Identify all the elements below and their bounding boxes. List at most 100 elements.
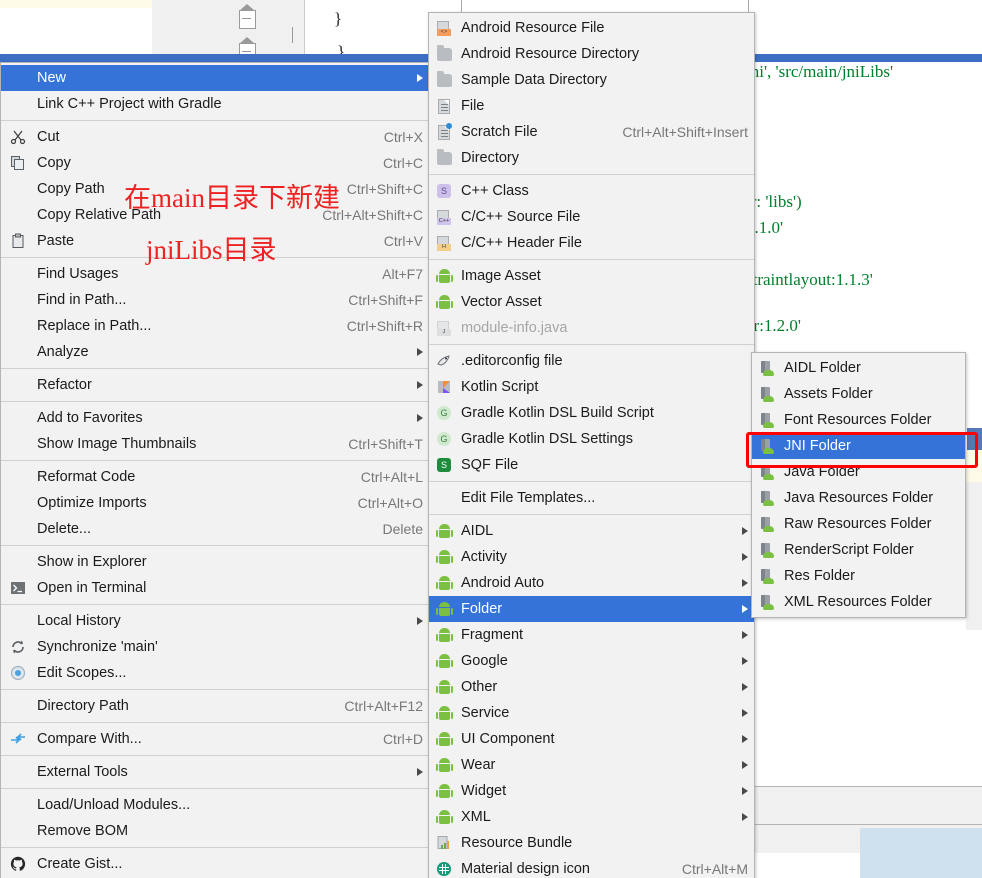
menu-item-c-c-source-file[interactable]: C++ C/C++ Source File xyxy=(429,204,754,230)
menu-item-copy-relative-path[interactable]: Copy Relative Path Ctrl+Alt+Shift+C xyxy=(1,202,429,228)
menu-separator xyxy=(1,401,429,402)
menu-item-resource-bundle[interactable]: Resource Bundle xyxy=(429,830,754,856)
menu-item-refactor[interactable]: Refactor xyxy=(1,372,429,398)
menu-item-directory[interactable]: Directory xyxy=(429,145,754,171)
menu-item-create-gist[interactable]: Create Gist... xyxy=(1,851,429,877)
menu-item-activity[interactable]: Activity xyxy=(429,544,754,570)
jni-folder-icon xyxy=(756,489,778,507)
menu-item-module-info-java[interactable]: Jmodule-info.java xyxy=(429,315,754,341)
menu-item-res-folder[interactable]: Res Folder xyxy=(752,563,965,589)
menu-item-label: Reformat Code xyxy=(37,469,136,485)
menu-item-label: module-info.java xyxy=(461,320,568,336)
menu-item-aidl[interactable]: AIDL xyxy=(429,518,754,544)
icon-placeholder xyxy=(7,180,29,198)
menu-item-raw-resources-folder[interactable]: Raw Resources Folder xyxy=(752,511,965,537)
menu-item-compare-with[interactable]: Compare With... Ctrl+D xyxy=(1,726,429,752)
menu-item-folder[interactable]: Folder xyxy=(429,596,754,622)
cpp-header-icon: H xyxy=(433,234,455,252)
menu-item-shortcut: Ctrl+D xyxy=(382,731,423,747)
menu-item-analyze[interactable]: Analyze xyxy=(1,339,429,365)
menu-item-reformat-code[interactable]: Reformat Code Ctrl+Alt+L xyxy=(1,464,429,490)
icon-placeholder xyxy=(7,494,29,512)
menu-item-label: Raw Resources Folder xyxy=(784,516,932,532)
menu-item-add-to-favorites[interactable]: Add to Favorites xyxy=(1,405,429,431)
menu-item-show-in-explorer[interactable]: Show in Explorer xyxy=(1,549,429,575)
new-submenu[interactable]: <> Android Resource File Android Resource … xyxy=(428,12,755,878)
menu-item-jni-folder[interactable]: JNI Folder xyxy=(752,433,965,459)
menu-item-java-folder[interactable]: Java Folder xyxy=(752,459,965,485)
code-fold-marker[interactable] xyxy=(239,4,256,29)
menu-item-remove-bom[interactable]: Remove BOM xyxy=(1,818,429,844)
menu-item-edit-scopes[interactable]: Edit Scopes... xyxy=(1,660,429,686)
menu-item-label: Copy Relative Path xyxy=(37,207,162,223)
menu-item-cut[interactable]: Cut Ctrl+X xyxy=(1,124,429,150)
menu-item-assets-folder[interactable]: Assets Folder xyxy=(752,381,965,407)
menu-item-editorconfig-file[interactable]: .editorconfig file xyxy=(429,348,754,374)
menu-item-fragment[interactable]: Fragment xyxy=(429,622,754,648)
chevron-right-icon xyxy=(417,74,423,82)
android-icon xyxy=(433,756,455,774)
menu-item-optimize-imports[interactable]: Optimize Imports Ctrl+Alt+O xyxy=(1,490,429,516)
menu-item-google[interactable]: Google xyxy=(429,648,754,674)
menu-item-synchronize-main[interactable]: Synchronize 'main' xyxy=(1,634,429,660)
android-icon xyxy=(433,626,455,644)
menu-item-label: Sample Data Directory xyxy=(461,72,607,88)
menu-item-replace-in-path[interactable]: Replace in Path... Ctrl+Shift+R xyxy=(1,313,429,339)
menu-item-xml[interactable]: XML xyxy=(429,804,754,830)
menu-item-new[interactable]: New xyxy=(1,65,429,91)
menu-item-shortcut: Ctrl+V xyxy=(383,233,423,249)
menu-item-copy-path[interactable]: Copy Path Ctrl+Shift+C xyxy=(1,176,429,202)
code-token: jni', 'src/main/jniLibs' xyxy=(746,62,894,81)
menu-item-android-resource-file[interactable]: <> Android Resource File xyxy=(429,15,754,41)
menu-item-file[interactable]: File xyxy=(429,93,754,119)
menu-item-aidl-folder[interactable]: AIDL Folder xyxy=(752,355,965,381)
menu-item-renderscript-folder[interactable]: RenderScript Folder xyxy=(752,537,965,563)
menu-item-sample-data-directory[interactable]: Sample Data Directory xyxy=(429,67,754,93)
chevron-right-icon xyxy=(742,631,748,639)
menu-item-open-in-terminal[interactable]: Open in Terminal xyxy=(1,575,429,601)
menu-item-c-c-header-file[interactable]: H C/C++ Header File xyxy=(429,230,754,256)
menu-item-show-image-thumbnails[interactable]: Show Image Thumbnails Ctrl+Shift+T xyxy=(1,431,429,457)
editor-gutter xyxy=(152,0,305,62)
menu-item-label: Create Gist... xyxy=(37,856,123,872)
menu-item-gradle-kotlin-dsl-build-script[interactable]: G Gradle Kotlin DSL Build Script xyxy=(429,400,754,426)
menu-item-c-class[interactable]: S C++ Class xyxy=(429,178,754,204)
menu-item-find-usages[interactable]: Find Usages Alt+F7 xyxy=(1,261,429,287)
menu-item-local-history[interactable]: Local History xyxy=(1,608,429,634)
terminal-icon xyxy=(7,579,29,597)
menu-item-edit-file-templates[interactable]: Edit File Templates... xyxy=(429,485,754,511)
menu-item-android-auto[interactable]: Android Auto xyxy=(429,570,754,596)
menu-item-label: Folder xyxy=(461,601,503,617)
menu-item-scratch-file[interactable]: Scratch File Ctrl+Alt+Shift+Insert xyxy=(429,119,754,145)
menu-item-android-resource-directory[interactable]: Android Resource Directory xyxy=(429,41,754,67)
menu-item-shortcut: Ctrl+Alt+F12 xyxy=(344,698,423,714)
menu-item-java-resources-folder[interactable]: Java Resources Folder xyxy=(752,485,965,511)
menu-item-image-asset[interactable]: Image Asset xyxy=(429,263,754,289)
directory-context-menu[interactable]: New Link C++ Project with Gradle Cut Ctrl+X… xyxy=(0,62,430,878)
material-design-icon xyxy=(433,860,455,878)
menu-item-sqf-file[interactable]: S SQF File xyxy=(429,452,754,478)
menu-item-ui-component[interactable]: UI Component xyxy=(429,726,754,752)
menu-item-vector-asset[interactable]: Vector Asset xyxy=(429,289,754,315)
menu-item-directory-path[interactable]: Directory Path Ctrl+Alt+F12 xyxy=(1,693,429,719)
folder-submenu[interactable]: AIDL Folder Assets Folder Font Resources F… xyxy=(751,352,966,618)
menu-item-other[interactable]: Other xyxy=(429,674,754,700)
menu-item-service[interactable]: Service xyxy=(429,700,754,726)
menu-item-widget[interactable]: Widget xyxy=(429,778,754,804)
menu-item-copy[interactable]: Copy Ctrl+C xyxy=(1,150,429,176)
menu-item-font-resources-folder[interactable]: Font Resources Folder xyxy=(752,407,965,433)
menu-item-link-c-project-with-gradle[interactable]: Link C++ Project with Gradle xyxy=(1,91,429,117)
android-icon xyxy=(433,548,455,566)
menu-item-xml-resources-folder[interactable]: XML Resources Folder xyxy=(752,589,965,615)
menu-item-delete[interactable]: Delete... Delete xyxy=(1,516,429,542)
menu-item-gradle-kotlin-dsl-settings[interactable]: G Gradle Kotlin DSL Settings xyxy=(429,426,754,452)
menu-item-material-design-icon[interactable]: Material design icon Ctrl+Alt+M xyxy=(429,856,754,878)
menu-item-kotlin-script[interactable]: Kotlin Script xyxy=(429,374,754,400)
menu-item-external-tools[interactable]: External Tools xyxy=(1,759,429,785)
menu-item-find-in-path[interactable]: Find in Path... Ctrl+Shift+F xyxy=(1,287,429,313)
menu-item-label: Resource Bundle xyxy=(461,835,573,851)
menu-item-load-unload-modules[interactable]: Load/Unload Modules... xyxy=(1,792,429,818)
menu-item-paste[interactable]: Paste Ctrl+V xyxy=(1,228,429,254)
menu-item-wear[interactable]: Wear xyxy=(429,752,754,778)
editorconfig-icon xyxy=(433,352,455,370)
